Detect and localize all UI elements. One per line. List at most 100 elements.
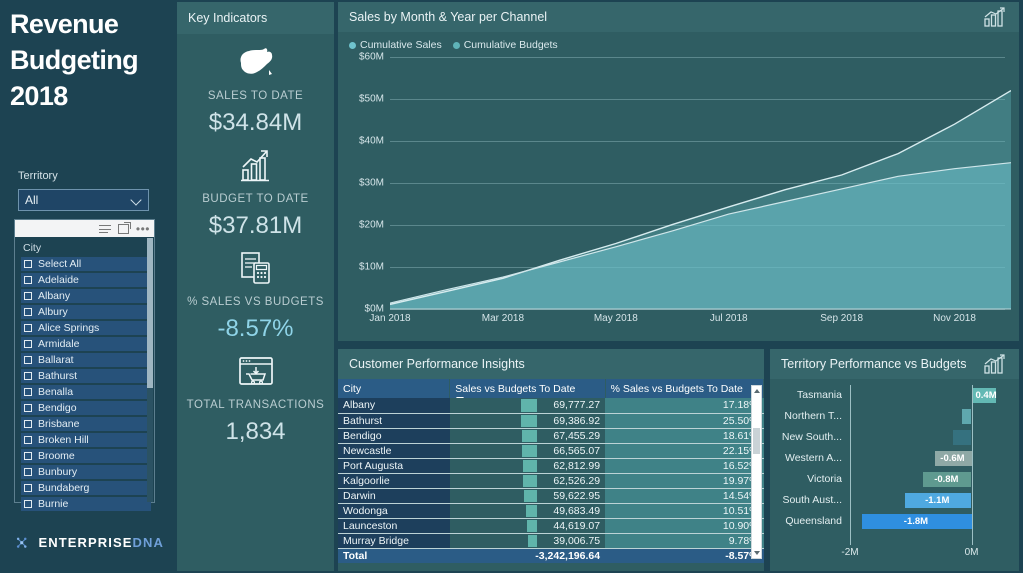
checkbox-icon[interactable] [24, 324, 32, 332]
cell-value: 66,565.07 [553, 444, 601, 457]
cell-sales-vs-budgets: 62,812.99 [449, 458, 606, 474]
cell-city: Murray Bridge [338, 533, 450, 549]
checkbox-icon[interactable] [24, 356, 32, 364]
city-list-item[interactable]: Albany [21, 289, 151, 303]
city-list-item[interactable]: Burnie [21, 497, 151, 511]
territory-performance-title: Territory Performance vs Budgets [781, 357, 967, 371]
legend-item[interactable]: Cumulative Sales [349, 39, 442, 51]
total-label: Total [338, 548, 450, 563]
customer-performance-table[interactable]: City Sales vs Budgets To Date% Sales vs B… [338, 379, 765, 563]
checkbox-icon[interactable] [24, 452, 32, 460]
table-scrollbar[interactable] [751, 385, 762, 559]
checkbox-icon[interactable] [24, 372, 32, 380]
territory-bar-row[interactable]: South Aust... -1.1M [770, 490, 1019, 511]
cell-value: 62,526.29 [553, 474, 601, 487]
territory-dropdown[interactable]: All [18, 189, 149, 211]
table-column-header[interactable]: Sales vs Budgets To Date [449, 379, 606, 402]
page-title-line-1: Revenue [10, 9, 119, 39]
cell-pct-sales-vs-budgets: 10.51% [605, 503, 764, 519]
kpi-item: % SALES VS BUDGETS -8.57% [177, 246, 334, 343]
filter-menu-icon[interactable] [98, 225, 111, 233]
brand-name-primary: ENTERPRISE [38, 535, 133, 550]
powerbi-report-canvas: Revenue Budgeting 2018 Territory All •••… [0, 0, 1023, 573]
checkbox-icon[interactable] [24, 436, 32, 444]
checkbox-icon[interactable] [24, 260, 32, 268]
territory-bar[interactable] [962, 409, 972, 424]
territory-bar-row[interactable]: Western A... -0.6M [770, 448, 1019, 469]
city-list-item[interactable]: Alice Springs [21, 321, 151, 335]
city-list-item[interactable]: Broome [21, 449, 151, 463]
territory-bar-label: Victoria [807, 473, 842, 485]
territory-bar-row[interactable]: New South... [770, 427, 1019, 448]
bar-chart-trend-icon[interactable] [982, 6, 1008, 28]
cell-city: Newcastle [338, 443, 450, 459]
city-list-item[interactable]: Ballarat [21, 353, 151, 367]
checkbox-icon[interactable] [24, 404, 32, 412]
scroll-down-icon[interactable] [754, 551, 760, 555]
city-list[interactable]: Select All Adelaide Albany Albury Alice Spri… [15, 257, 154, 511]
table-row[interactable]: Wodonga 49,683.49 10.51% [338, 503, 764, 519]
cell-city: Bendigo [338, 428, 450, 444]
checkbox-icon[interactable] [24, 388, 32, 396]
territory-bar-row[interactable]: Victoria -0.8M [770, 469, 1019, 490]
city-list-item[interactable]: Broken Hill [21, 433, 151, 447]
slicer-scrollbar-thumb[interactable] [147, 238, 153, 388]
slicer-scrollbar[interactable] [147, 238, 153, 502]
table-row[interactable]: Murray Bridge 39,006.75 9.78% [338, 533, 764, 549]
key-indicators-header: Key Indicators [177, 2, 334, 34]
legend-item[interactable]: Cumulative Budgets [452, 39, 558, 51]
checkbox-icon[interactable] [24, 500, 32, 508]
city-list-item[interactable]: Bundaberg [21, 481, 151, 495]
table-row[interactable]: Bathurst 69,386.92 25.50% [338, 413, 764, 429]
checkbox-icon[interactable] [24, 292, 32, 300]
city-list-item[interactable]: Brisbane [21, 417, 151, 431]
table-row[interactable]: Newcastle 66,565.07 22.15% [338, 443, 764, 459]
table-row[interactable]: Port Augusta 62,812.99 16.52% [338, 458, 764, 474]
territory-bar[interactable] [953, 430, 972, 445]
customer-performance-header: Customer Performance Insights [338, 349, 764, 379]
table-column-header[interactable]: City [338, 379, 451, 398]
kpi-list: SALES TO DATE $34.84M BUDGET TO DATE $37.81… [177, 40, 334, 446]
left-rail: Revenue Budgeting 2018 Territory All •••… [0, 0, 173, 573]
table-scrollbar-thumb[interactable] [753, 428, 760, 454]
invoice-calculator-icon [177, 246, 334, 292]
cell-pct-sales-vs-budgets: 16.52% [605, 458, 764, 474]
more-options-icon[interactable]: ••• [136, 223, 150, 235]
chart-legend: Cumulative Sales Cumulative Budgets [338, 32, 1019, 51]
territory-bar-value: -0.6M [940, 453, 965, 464]
territory-bar-row[interactable]: Queensland -1.8M [770, 511, 1019, 532]
territory-bar-row[interactable]: Northern T... [770, 406, 1019, 427]
table-column-header[interactable]: % Sales vs Budgets To Date [605, 379, 765, 398]
city-list-item[interactable]: Bunbury [21, 465, 151, 479]
city-list-item[interactable]: Albury [21, 305, 151, 319]
cell-city: Launceston [338, 518, 450, 534]
table-row[interactable]: Albany 69,777.27 17.18% [338, 398, 764, 414]
table-row[interactable]: Bendigo 67,455.29 18.61% [338, 428, 764, 444]
city-list-item[interactable]: Bendigo [21, 401, 151, 415]
territory-bar-row[interactable]: Tasmania 0.4M [770, 385, 1019, 406]
checkbox-icon[interactable] [24, 468, 32, 476]
city-list-item[interactable]: Select All [21, 257, 151, 271]
city-list-item[interactable]: Benalla [21, 385, 151, 399]
city-list-item[interactable]: Adelaide [21, 273, 151, 287]
city-slicer[interactable]: ••• City Select All Adelaide Albany Albury A… [14, 219, 155, 511]
table-body[interactable]: Albany 69,777.27 17.18% Bathurst 69,386.92 25… [338, 398, 764, 563]
city-list-item[interactable]: Armidale [21, 337, 151, 351]
sales-by-month-card: Sales by Month & Year per Channel Cumula… [338, 2, 1019, 341]
checkbox-icon[interactable] [24, 276, 32, 284]
checkbox-icon[interactable] [24, 308, 32, 316]
page-title: Revenue Budgeting 2018 [10, 6, 175, 114]
checkbox-icon[interactable] [24, 420, 32, 428]
kpi-label: BUDGET TO DATE [202, 193, 309, 205]
bar-chart-trend-icon[interactable] [982, 353, 1008, 375]
scroll-up-icon[interactable] [754, 389, 760, 393]
table-row[interactable]: Launceston 44,619.07 10.90% [338, 518, 764, 534]
city-list-item[interactable]: Bathurst [21, 369, 151, 383]
checkbox-icon[interactable] [24, 340, 32, 348]
focus-mode-icon[interactable] [117, 221, 131, 234]
table-row[interactable]: Darwin 59,622.95 14.54% [338, 488, 764, 504]
cell-value: 49,683.49 [553, 504, 601, 517]
table-row[interactable]: Kalgoorlie 62,526.29 19.97% [338, 473, 764, 489]
checkbox-icon[interactable] [24, 484, 32, 492]
brand-logo: ENTERPRISEDNA [14, 530, 164, 556]
